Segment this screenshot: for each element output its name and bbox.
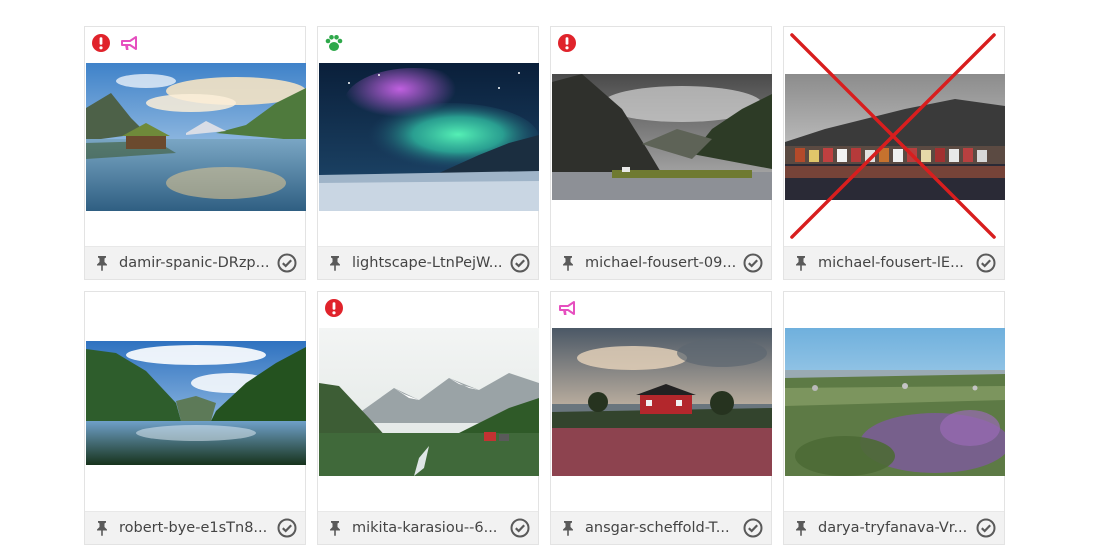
image-filename: michael-fousert-lE... [818, 255, 964, 271]
megaphone-icon [119, 33, 139, 53]
megaphone-icon [557, 298, 577, 318]
image-tile[interactable]: damir-spanic-DRzp... [84, 26, 306, 280]
exclamation-circle-icon [91, 33, 111, 53]
check-circle-icon[interactable] [976, 518, 996, 538]
image-tile[interactable]: darya-tryfanava-Vr... [783, 291, 1005, 545]
pin-icon[interactable] [95, 520, 109, 536]
pin-icon[interactable] [794, 520, 808, 536]
check-circle-icon[interactable] [976, 253, 996, 273]
check-circle-icon[interactable] [277, 253, 297, 273]
tile-footer: darya-tryfanava-Vr... [784, 511, 1004, 544]
thumbnail-image [319, 328, 539, 476]
image-filename: darya-tryfanava-Vr... [818, 520, 968, 536]
tile-footer: michael-fousert-09... [551, 246, 771, 279]
image-tile[interactable]: michael-fousert-lE... [783, 26, 1005, 280]
image-tile[interactable]: michael-fousert-09... [550, 26, 772, 280]
badge-bar [318, 27, 350, 59]
tile-footer: mikita-karasiou--6... [318, 511, 538, 544]
image-tile[interactable]: mikita-karasiou--6... [317, 291, 539, 545]
pin-icon[interactable] [328, 255, 342, 271]
tile-footer: robert-bye-e1sTn8... [85, 511, 305, 544]
thumbnail-image [319, 63, 539, 211]
thumbnail-image [785, 328, 1005, 476]
image-tile[interactable]: ansgar-scheffold-T... [550, 291, 772, 545]
image-filename: michael-fousert-09... [585, 255, 737, 271]
pin-icon[interactable] [561, 255, 575, 271]
image-filename: mikita-karasiou--6... [352, 520, 498, 536]
check-circle-icon[interactable] [743, 518, 763, 538]
image-gallery-grid: damir-spanic-DRzp... lightscape-LtnPejW.… [84, 26, 1006, 545]
tile-footer: lightscape-LtnPejW... [318, 246, 538, 279]
check-circle-icon[interactable] [277, 518, 297, 538]
badge-bar [85, 27, 145, 59]
image-filename: lightscape-LtnPejW... [352, 255, 503, 271]
image-filename: ansgar-scheffold-T... [585, 520, 730, 536]
thumbnail-image [552, 328, 772, 476]
thumbnail-image [552, 74, 772, 200]
thumbnail-image [86, 341, 306, 465]
image-tile[interactable]: lightscape-LtnPejW... [317, 26, 539, 280]
pin-icon[interactable] [328, 520, 342, 536]
image-filename: robert-bye-e1sTn8... [119, 520, 268, 536]
tile-footer: michael-fousert-lE... [784, 246, 1004, 279]
tile-footer: damir-spanic-DRzp... [85, 246, 305, 279]
check-circle-icon[interactable] [510, 518, 530, 538]
exclamation-circle-icon [557, 33, 577, 53]
thumbnail-image [86, 63, 306, 211]
pin-icon[interactable] [95, 255, 109, 271]
exclamation-circle-icon [324, 298, 344, 318]
badge-bar [318, 292, 350, 324]
check-circle-icon[interactable] [743, 253, 763, 273]
pin-icon[interactable] [794, 255, 808, 271]
pin-icon[interactable] [561, 520, 575, 536]
thumbnail-image [785, 74, 1005, 200]
image-tile[interactable]: robert-bye-e1sTn8... [84, 291, 306, 545]
paw-icon [324, 33, 344, 53]
check-circle-icon[interactable] [510, 253, 530, 273]
tile-footer: ansgar-scheffold-T... [551, 511, 771, 544]
badge-bar [551, 27, 583, 59]
badge-bar [551, 292, 583, 324]
image-filename: damir-spanic-DRzp... [119, 255, 270, 271]
